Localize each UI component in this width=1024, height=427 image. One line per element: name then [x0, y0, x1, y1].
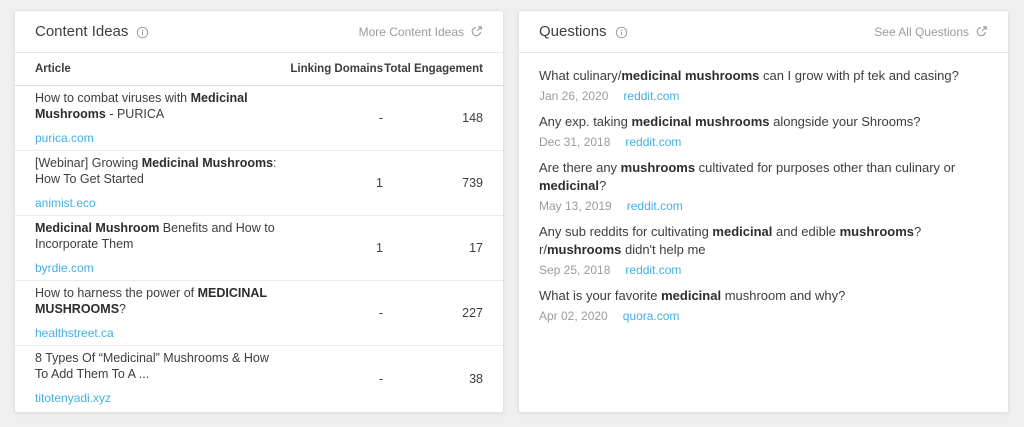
- questions-title: Questions: [539, 23, 628, 40]
- question-source-link[interactable]: reddit.com: [625, 134, 681, 150]
- total-engagement-value: 148: [383, 111, 483, 125]
- article-domain-link[interactable]: titotenyadi.xyz: [35, 391, 111, 405]
- column-header-total-engagement: Total Engagement: [383, 63, 483, 75]
- content-ideas-title: Content Ideas: [35, 23, 149, 40]
- list-item: Any exp. taking medicinal mushrooms alon…: [539, 113, 988, 150]
- article-domain-link[interactable]: purica.com: [35, 131, 94, 145]
- questions-panel: Questions See All Questions Wha: [518, 10, 1009, 413]
- content-ideas-title-label: Content Ideas: [35, 23, 128, 40]
- question-date: Apr 02, 2020: [539, 308, 608, 324]
- info-icon[interactable]: [136, 26, 149, 39]
- total-engagement-value: 17: [383, 241, 483, 255]
- total-engagement-value: 38: [383, 372, 483, 386]
- article-cell: How to harness the power of MEDICINAL MU…: [35, 285, 288, 342]
- article-cell: [Webinar] Growing Medicinal Mushrooms: H…: [35, 155, 288, 212]
- list-item: What culinary/medicinal mushrooms can I …: [539, 67, 988, 104]
- total-engagement-value: 739: [383, 176, 483, 190]
- content-ideas-header: Content Ideas More Content Ideas: [15, 11, 503, 53]
- article-domain-link[interactable]: byrdie.com: [35, 261, 94, 275]
- question-text: Any exp. taking medicinal mushrooms alon…: [539, 113, 988, 131]
- article-title: How to combat viruses with Medicinal Mus…: [35, 90, 280, 122]
- more-content-ideas-link[interactable]: More Content Ideas: [359, 25, 483, 39]
- linking-domains-value: -: [288, 111, 383, 125]
- list-item: Any sub reddits for cultivating medicina…: [539, 223, 988, 278]
- see-all-questions-label: See All Questions: [874, 25, 969, 39]
- table-row: Medicinal Mushroom Benefits and How to I…: [15, 216, 503, 281]
- column-header-linking-domains: Linking Domains: [288, 63, 383, 75]
- question-text: Any sub reddits for cultivating medicina…: [539, 223, 988, 259]
- content-ideas-panel: Content Ideas More Content Ideas Artic: [14, 10, 504, 413]
- question-source-link[interactable]: reddit.com: [627, 198, 683, 214]
- article-title: How to harness the power of MEDICINAL MU…: [35, 285, 280, 317]
- questions-header: Questions See All Questions: [519, 11, 1008, 53]
- article-title: 8 Types Of “Medicinal” Mushrooms & How T…: [35, 350, 280, 382]
- article-cell: 8 Types Of “Medicinal” Mushrooms & How T…: [35, 350, 288, 407]
- list-item: What is your favorite medicinal mushroom…: [539, 287, 988, 324]
- linking-domains-value: -: [288, 372, 383, 386]
- article-title: Medicinal Mushroom Benefits and How to I…: [35, 220, 280, 252]
- content-ideas-table: How to combat viruses with Medicinal Mus…: [15, 86, 503, 411]
- column-header-article: Article: [35, 63, 288, 75]
- content-ideas-table-header: Article Linking Domains Total Engagement: [15, 53, 503, 86]
- table-row: 8 Types Of “Medicinal” Mushrooms & How T…: [15, 346, 503, 411]
- article-title: [Webinar] Growing Medicinal Mushrooms: H…: [35, 155, 280, 187]
- question-meta: Dec 31, 2018 reddit.com: [539, 134, 988, 150]
- linking-domains-value: 1: [288, 176, 383, 190]
- external-link-icon: [470, 25, 483, 38]
- question-source-link[interactable]: quora.com: [623, 308, 680, 324]
- external-link-icon: [975, 25, 988, 38]
- question-meta: Sep 25, 2018 reddit.com: [539, 262, 988, 278]
- info-icon[interactable]: [615, 26, 628, 39]
- question-date: May 13, 2019: [539, 198, 612, 214]
- question-source-link[interactable]: reddit.com: [623, 88, 679, 104]
- more-content-ideas-label: More Content Ideas: [359, 25, 464, 39]
- question-meta: May 13, 2019 reddit.com: [539, 198, 988, 214]
- linking-domains-value: -: [288, 306, 383, 320]
- question-date: Jan 26, 2020: [539, 88, 608, 104]
- see-all-questions-link[interactable]: See All Questions: [874, 25, 988, 39]
- question-meta: Apr 02, 2020 quora.com: [539, 308, 988, 324]
- table-row: How to combat viruses with Medicinal Mus…: [15, 86, 503, 151]
- questions-list: What culinary/medicinal mushrooms can I …: [519, 53, 1008, 324]
- question-text: What is your favorite medicinal mushroom…: [539, 287, 988, 305]
- table-row: [Webinar] Growing Medicinal Mushrooms: H…: [15, 151, 503, 216]
- article-cell: Medicinal Mushroom Benefits and How to I…: [35, 220, 288, 277]
- article-cell: How to combat viruses with Medicinal Mus…: [35, 90, 288, 147]
- question-meta: Jan 26, 2020 reddit.com: [539, 88, 988, 104]
- article-domain-link[interactable]: animist.eco: [35, 196, 96, 210]
- table-row: How to harness the power of MEDICINAL MU…: [15, 281, 503, 346]
- question-date: Dec 31, 2018: [539, 134, 610, 150]
- total-engagement-value: 227: [383, 306, 483, 320]
- question-text: Are there any mushrooms cultivated for p…: [539, 159, 988, 195]
- question-date: Sep 25, 2018: [539, 262, 610, 278]
- article-domain-link[interactable]: healthstreet.ca: [35, 326, 114, 340]
- linking-domains-value: 1: [288, 241, 383, 255]
- questions-title-label: Questions: [539, 23, 607, 40]
- question-text: What culinary/medicinal mushrooms can I …: [539, 67, 988, 85]
- question-source-link[interactable]: reddit.com: [625, 262, 681, 278]
- list-item: Are there any mushrooms cultivated for p…: [539, 159, 988, 214]
